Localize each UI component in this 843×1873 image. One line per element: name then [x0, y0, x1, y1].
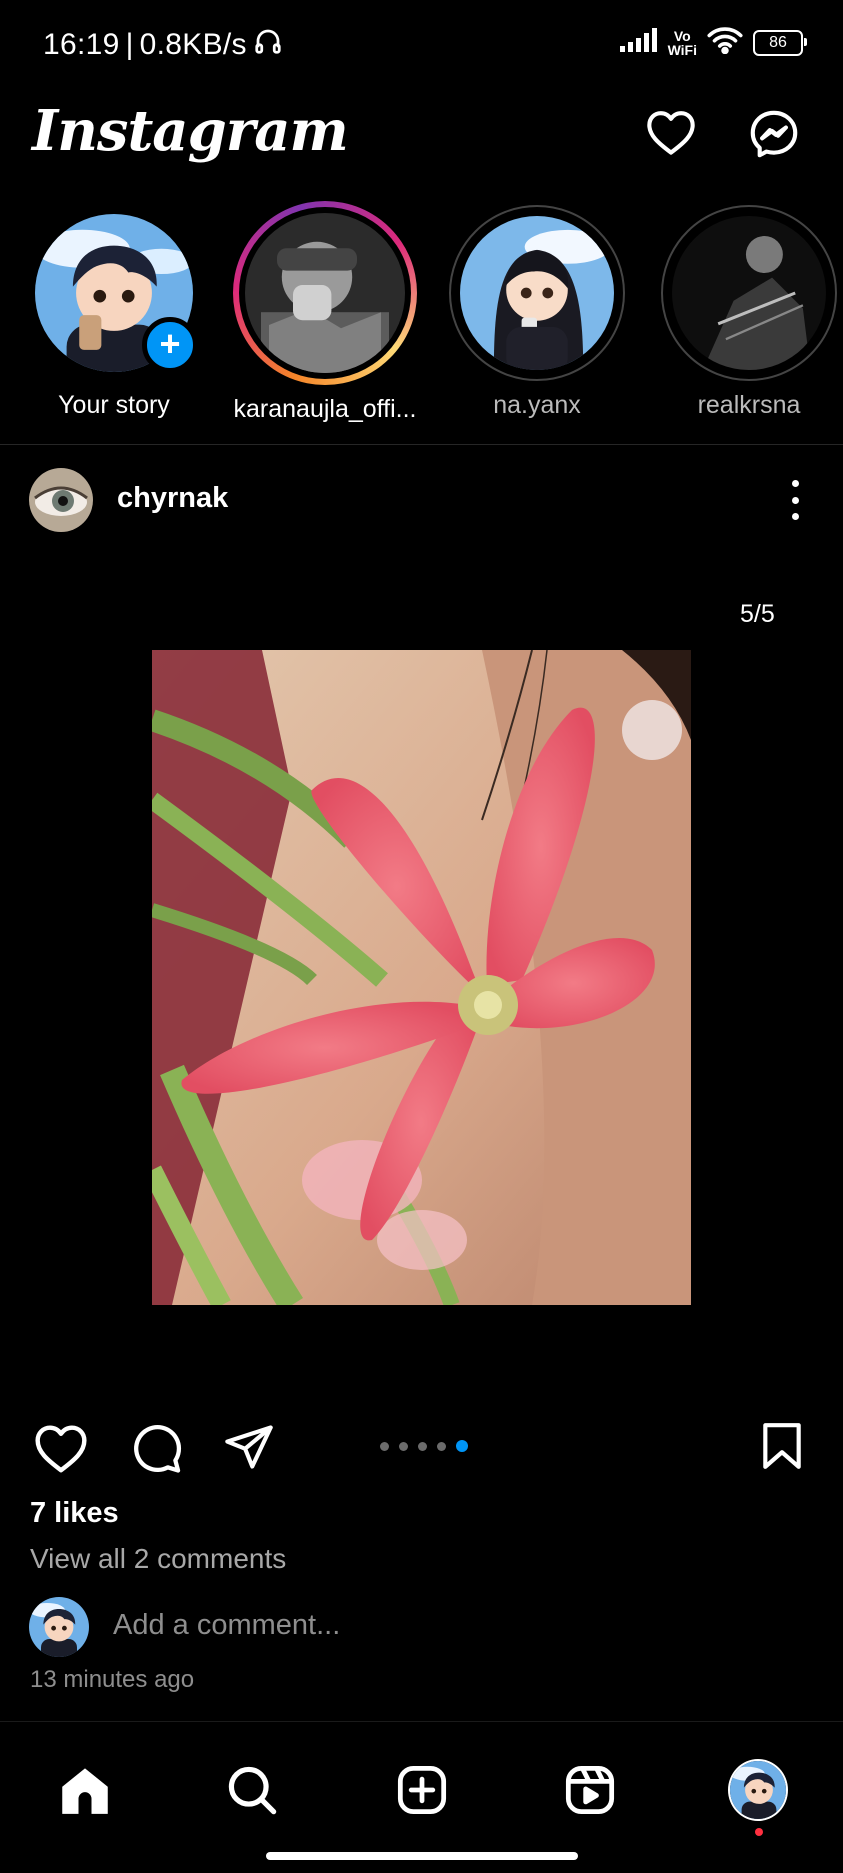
- dot: [791, 480, 799, 487]
- story-realkrsna[interactable]: realkrsna: [654, 205, 843, 420]
- signal-icon: [619, 28, 658, 57]
- share-paper-plane-icon[interactable]: [222, 1421, 276, 1478]
- vowifi-bottom: WiFi: [667, 41, 697, 58]
- post-image[interactable]: [152, 650, 691, 1305]
- carousel-dot-active: [456, 1440, 468, 1452]
- carousel-dot: [418, 1441, 427, 1451]
- carousel-dot: [380, 1441, 389, 1451]
- add-comment-input[interactable]: Add a comment...: [113, 1609, 340, 1642]
- messenger-icon[interactable]: [748, 108, 800, 165]
- story-avatar: [460, 216, 614, 370]
- carousel-dot: [399, 1441, 408, 1451]
- profile-notification-dot: [755, 1828, 763, 1836]
- stories-divider: [0, 444, 843, 445]
- headphones-icon: [253, 26, 283, 64]
- story-label: Your story: [58, 391, 170, 419]
- more-options-icon[interactable]: [780, 480, 810, 520]
- search-icon[interactable]: [222, 1760, 282, 1820]
- add-story-plus-icon[interactable]: +: [142, 317, 198, 373]
- like-count[interactable]: 7 likes: [30, 1497, 119, 1530]
- dot: [791, 513, 799, 520]
- vowifi-top: Vo: [673, 27, 691, 44]
- carousel-counter: 5/5: [740, 600, 775, 628]
- home-icon[interactable]: [55, 1760, 115, 1820]
- instagram-logo[interactable]: Instagram: [32, 98, 349, 164]
- carousel-dot: [437, 1441, 446, 1451]
- profile-avatar: [728, 1759, 788, 1821]
- home-indicator-bar[interactable]: [266, 1852, 578, 1860]
- post-username[interactable]: chyrnak: [117, 482, 228, 515]
- profile-nav-avatar[interactable]: [728, 1759, 788, 1821]
- story-avatar: [245, 213, 405, 373]
- dot: [791, 496, 799, 504]
- story-avatar: [672, 216, 826, 370]
- story-label: realkrsna: [697, 391, 801, 419]
- comment-icon[interactable]: [129, 1421, 183, 1480]
- post-author-avatar[interactable]: [29, 468, 93, 532]
- story-your-story[interactable]: + Your story: [19, 205, 209, 420]
- status-separator: |: [125, 28, 134, 61]
- story-ring-seen: [661, 205, 837, 381]
- view-comments-link[interactable]: View all 2 comments: [30, 1543, 286, 1575]
- vowifi-indicator: Vo WiFi: [668, 29, 697, 57]
- story-label: karanaujla_offi...: [233, 395, 417, 423]
- status-bar-right: Vo WiFi 86: [619, 26, 807, 59]
- reels-icon[interactable]: [560, 1760, 620, 1820]
- wifi-icon: [707, 26, 743, 59]
- story-karanaujla[interactable]: karanaujla_offi...: [230, 201, 420, 424]
- heart-icon[interactable]: [645, 108, 697, 161]
- status-bar-left: 16:19 | 0.8KB/s: [43, 26, 283, 64]
- carousel-dots: [380, 1440, 468, 1452]
- story-ring: +: [26, 205, 202, 381]
- battery-indicator: 86: [753, 29, 807, 56]
- story-label: na.yanx: [493, 391, 581, 419]
- story-ring-unseen: [233, 201, 417, 385]
- commenter-avatar: [29, 1597, 89, 1657]
- post-timestamp: 13 minutes ago: [30, 1666, 195, 1693]
- story-ring-gap: [239, 207, 411, 379]
- like-heart-icon[interactable]: [33, 1422, 89, 1479]
- status-time: 16:19: [43, 28, 120, 61]
- story-ring-seen: [449, 205, 625, 381]
- create-post-icon[interactable]: [392, 1760, 452, 1820]
- save-bookmark-icon[interactable]: [760, 1421, 804, 1476]
- network-speed: 0.8KB/s: [139, 28, 247, 61]
- battery-level: 86: [769, 33, 787, 51]
- story-na-yanx[interactable]: na.yanx: [442, 205, 632, 420]
